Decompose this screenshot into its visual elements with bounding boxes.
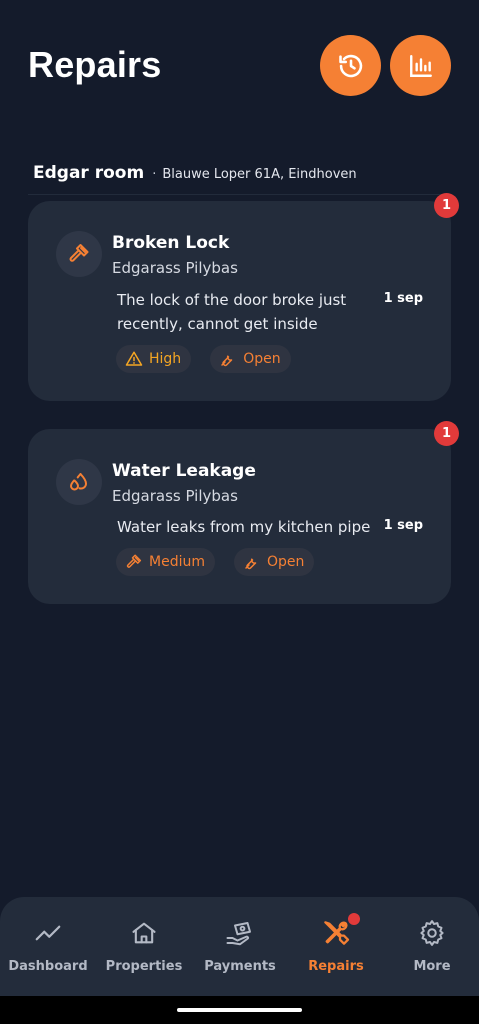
nav-item-properties[interactable]: Properties [96, 897, 192, 996]
property-address: Blauwe Loper 61A, Eindhoven [162, 167, 357, 182]
status-chip: Open [210, 345, 291, 373]
hammer-icon [126, 554, 142, 568]
home-icon [132, 922, 156, 944]
trend-line-icon [35, 925, 61, 941]
repair-description: Water leaks from my kitchen pipe [117, 518, 371, 536]
divider [28, 194, 451, 195]
status-chip: Open [233, 548, 315, 576]
property-name: Edgar room [33, 163, 145, 183]
repair-tags: High Open [116, 345, 291, 373]
notification-badge: 1 [434, 193, 459, 218]
system-navigation-bar [0, 996, 479, 1024]
nav-label: More [413, 959, 451, 974]
nav-label: Payments [204, 959, 276, 974]
nav-item-more[interactable]: More [384, 897, 479, 996]
water-drops-icon [56, 459, 102, 505]
status-label: Open [243, 351, 281, 367]
nav-item-dashboard[interactable]: Dashboard [0, 897, 96, 996]
nav-label: Properties [105, 959, 183, 974]
nav-label: Repairs [308, 959, 364, 974]
priority-label: Medium [149, 554, 205, 570]
repair-date: 1 sep [383, 518, 423, 533]
repair-tags: Medium Open [116, 548, 315, 576]
notification-badge: 1 [434, 421, 459, 446]
status-label: Open [266, 554, 305, 570]
wrench-icon [221, 355, 233, 367]
repair-card[interactable]: 1 Water Leakage Edgarass Pilybas Water l… [28, 421, 459, 604]
repair-user: Edgarass Pilybas [112, 487, 238, 505]
hammer-icon [56, 231, 102, 277]
repair-card[interactable]: 1 Broken Lock Edgarass Pilybas The lock … [28, 193, 459, 401]
nav-item-repairs[interactable]: Repairs [288, 897, 384, 996]
repair-title: Broken Lock [112, 233, 230, 253]
tools-icon [324, 921, 350, 945]
nav-item-payments[interactable]: Payments [192, 897, 288, 996]
header: Repairs [0, 0, 479, 130]
priority-chip: High [116, 345, 192, 373]
history-icon [338, 54, 362, 77]
notification-dot [348, 913, 360, 925]
bottom-navigation: Dashboard Properties Payments Repairs Mo… [0, 897, 479, 996]
warning-icon [125, 351, 143, 366]
payment-hand-icon [226, 922, 251, 946]
gear-icon [420, 920, 444, 946]
stats-button[interactable] [390, 35, 451, 96]
property-separator: · [152, 167, 157, 182]
property-header[interactable]: Edgar room · Blauwe Loper 61A, Eindhoven [33, 163, 357, 183]
page-title: Repairs [28, 44, 162, 85]
priority-chip: Medium [116, 548, 215, 576]
repair-title: Water Leakage [112, 461, 256, 481]
bar-chart-icon [409, 54, 432, 77]
history-button[interactable] [320, 35, 381, 96]
repair-user: Edgarass Pilybas [112, 259, 238, 277]
nav-label: Dashboard [8, 959, 88, 974]
repair-description: The lock of the door broke just recently… [117, 291, 347, 333]
priority-label: High [149, 351, 182, 367]
home-indicator[interactable] [177, 1008, 302, 1012]
wrench-icon [245, 558, 257, 570]
repair-date: 1 sep [383, 291, 423, 306]
